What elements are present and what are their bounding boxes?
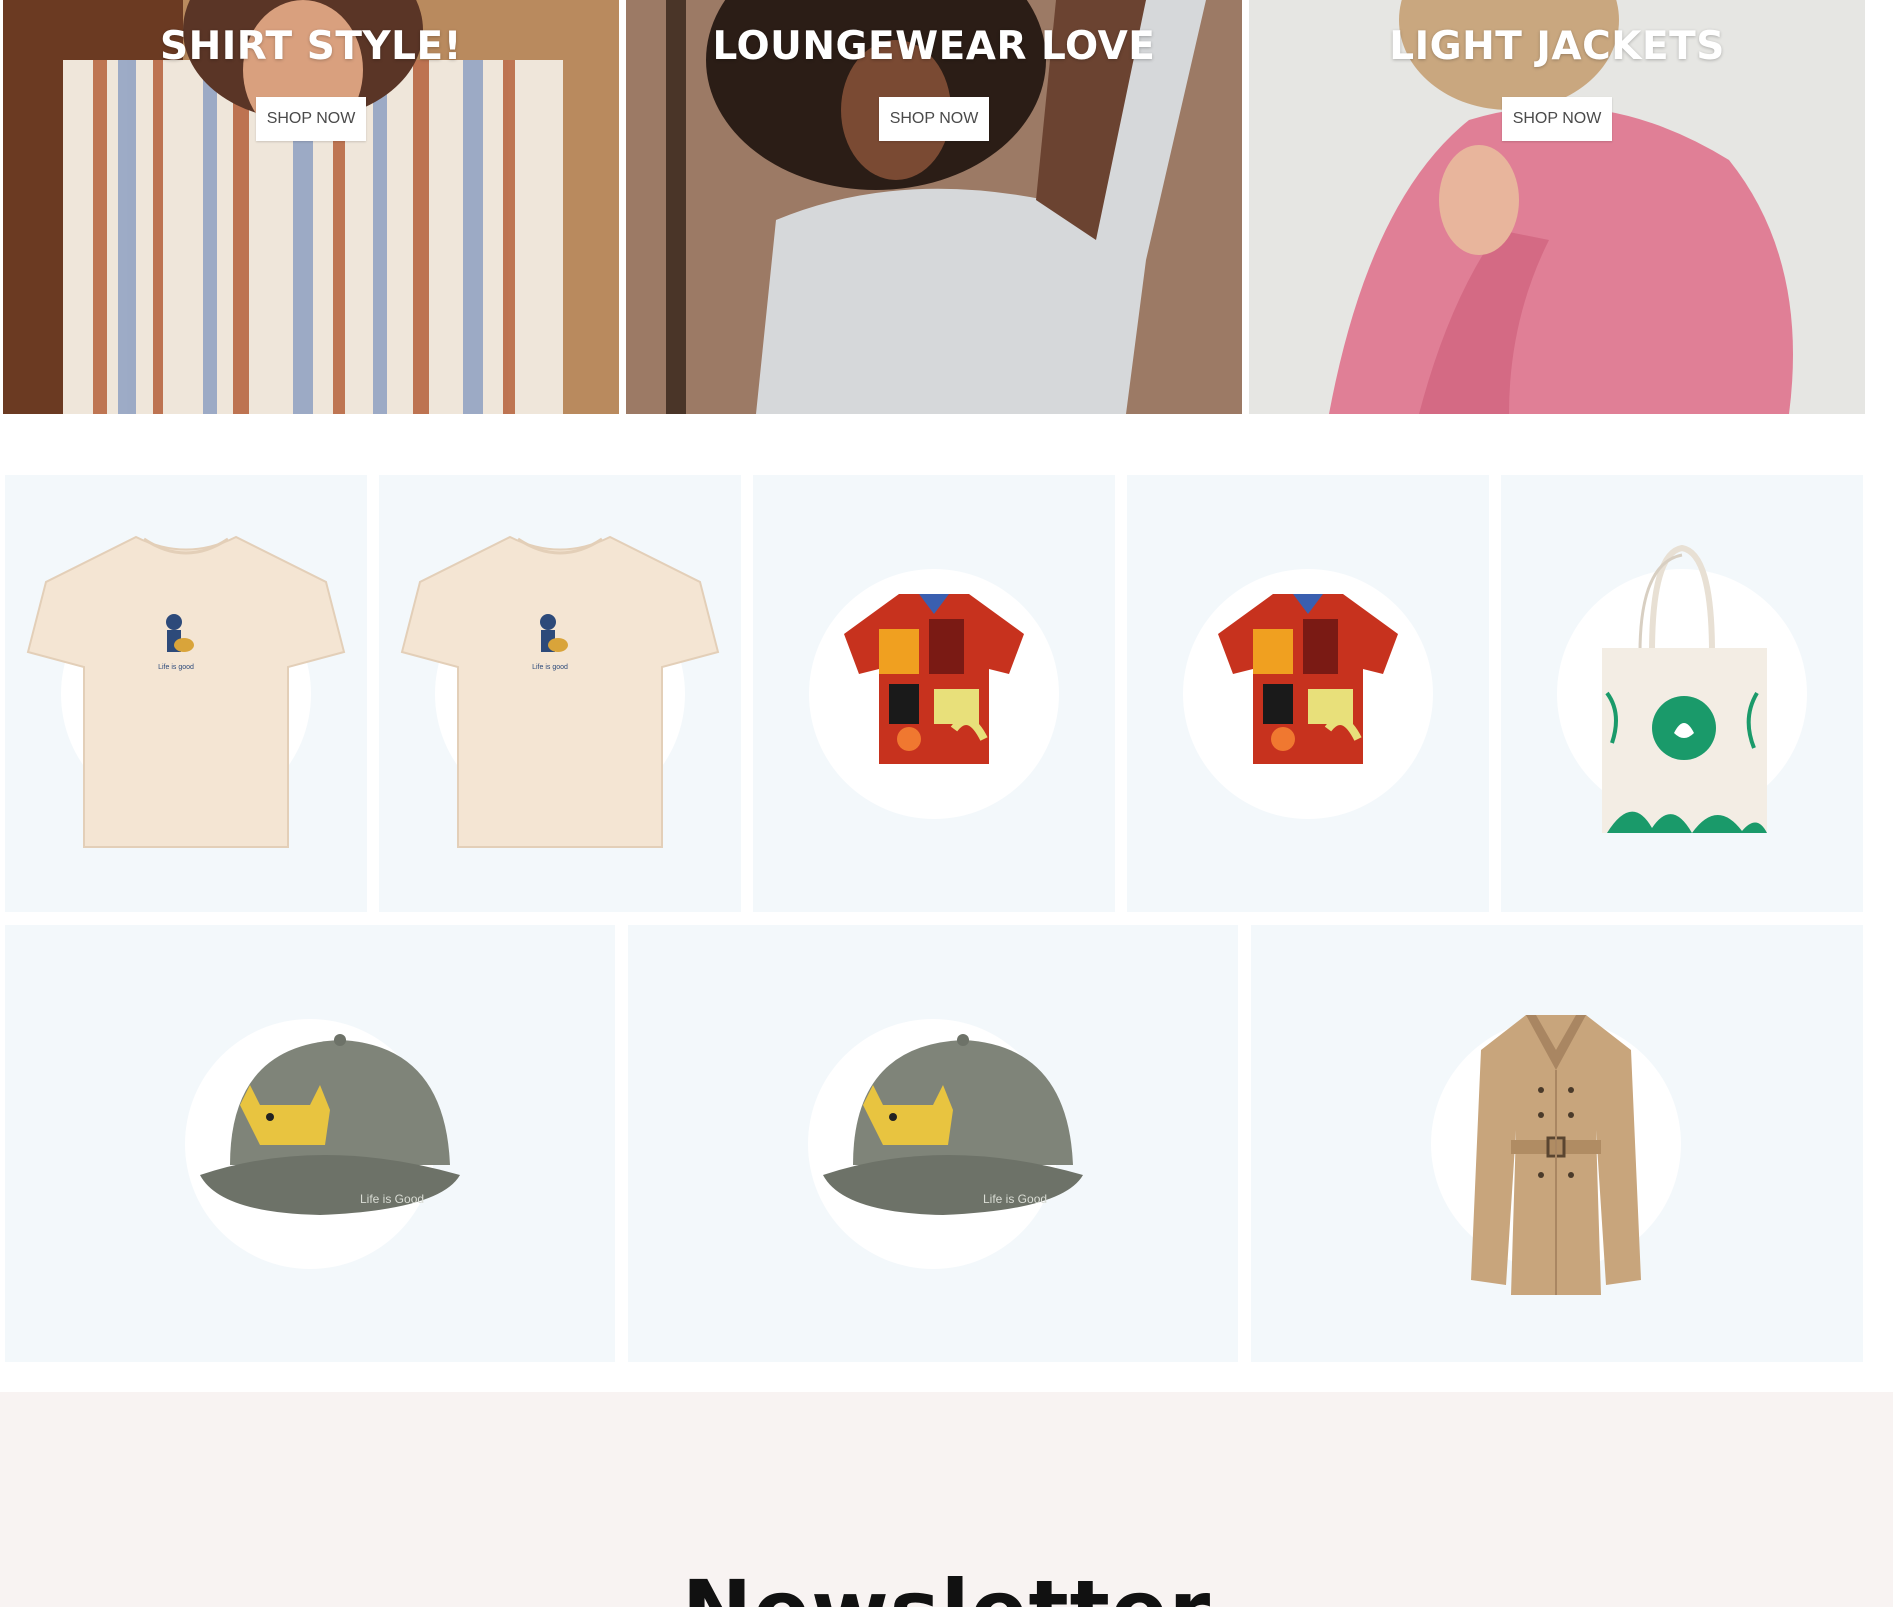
product-card[interactable]: Life is good [5, 475, 367, 912]
cap-image: Life is Good [200, 1034, 460, 1215]
svg-text:Life is Good: Life is Good [360, 1192, 424, 1206]
banner-title: LIGHT JACKETS [1389, 24, 1725, 69]
svg-text:Life is good: Life is good [158, 664, 194, 671]
shop-now-button[interactable]: SHOP NOW [1502, 97, 1612, 141]
banner-loungewear-love[interactable]: LOUNGEWEAR LOVE SHOP NOW [626, 0, 1242, 414]
product-card[interactable] [1127, 475, 1489, 912]
banner-title: LOUNGEWEAR LOVE [712, 24, 1156, 69]
patterned-shirt-image [1218, 594, 1398, 764]
tote-bag-image [1602, 544, 1767, 833]
product-card[interactable]: Life is good [379, 475, 741, 912]
patterned-shirt-image [844, 594, 1024, 764]
shop-now-button[interactable]: SHOP NOW [879, 97, 989, 141]
product-card[interactable] [753, 475, 1115, 912]
tshirt-image: Life is good [26, 535, 346, 848]
banner-light-jackets[interactable]: LIGHT JACKETS SHOP NOW [1249, 0, 1865, 414]
newsletter-title: Newsletter [0, 1562, 1893, 1607]
product-card[interactable]: Life is Good [5, 925, 615, 1362]
tshirt-image: Life is good [400, 535, 720, 848]
newsletter-section: Newsletter [0, 1392, 1893, 1607]
trench-coat-image [1471, 1015, 1641, 1295]
cap-image: Life is Good [823, 1034, 1083, 1215]
svg-text:Life is Good: Life is Good [983, 1192, 1047, 1206]
shop-now-button[interactable]: SHOP NOW [256, 97, 366, 141]
banner-shirt-style[interactable]: SHIRT STYLE! SHOP NOW [3, 0, 619, 414]
product-card[interactable]: Life is Good [628, 925, 1238, 1362]
product-card[interactable] [1501, 475, 1863, 912]
banner-title: SHIRT STYLE! [160, 24, 462, 69]
product-card[interactable] [1251, 925, 1863, 1362]
svg-text:Life is good: Life is good [532, 664, 568, 671]
